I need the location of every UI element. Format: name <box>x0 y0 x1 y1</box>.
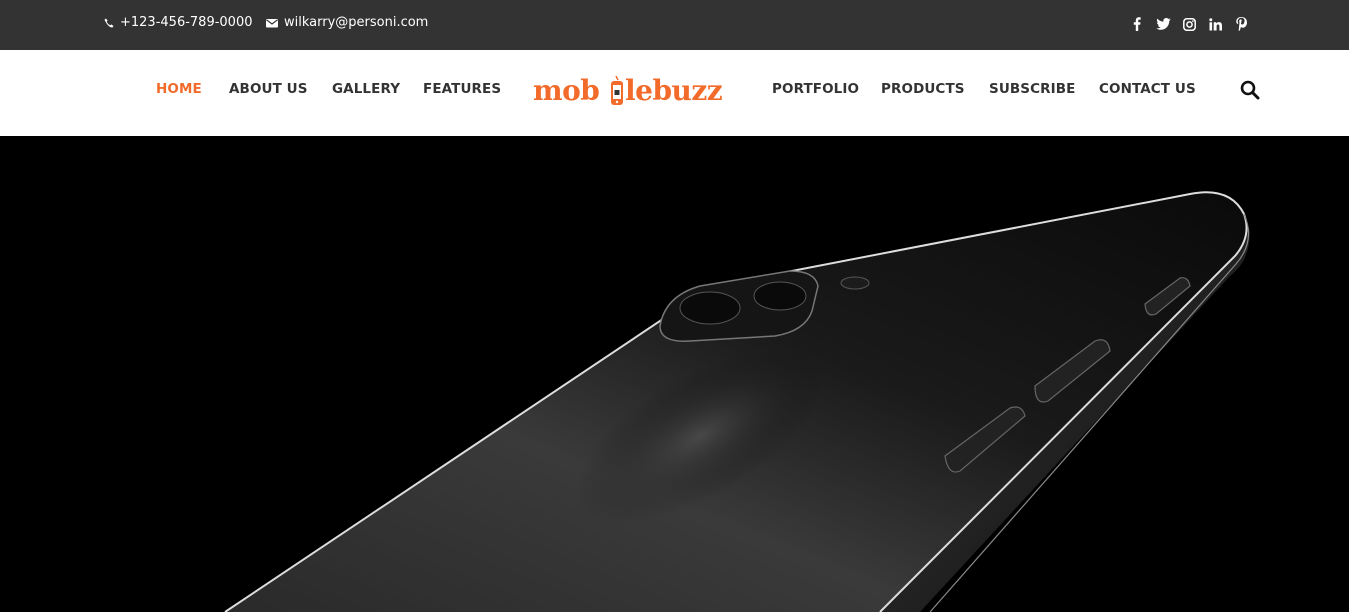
logo-text-left: mob <box>533 74 600 107</box>
phone-number: +123-456-789-0000 <box>120 15 253 30</box>
contact-email[interactable]: wilkarry@personi.com <box>266 15 428 30</box>
facebook-icon[interactable] <box>1124 14 1150 34</box>
nav-item-contact-us[interactable]: CONTACT US <box>1099 81 1196 97</box>
nav-item-portfolio[interactable]: PORTFOLIO <box>772 81 859 97</box>
logo-text-right: lebuzz <box>625 74 723 107</box>
site-logo[interactable]: mob lebuzz <box>533 72 733 112</box>
linkedin-icon[interactable] <box>1202 14 1228 34</box>
search-button[interactable] <box>1240 80 1262 102</box>
main-navbar: HOME ABOUT US GALLERY FEATURES mob lebuz… <box>0 50 1349 136</box>
top-bar: +123-456-789-0000 wilkarry@personi.com <box>0 0 1349 50</box>
nav-item-gallery[interactable]: GALLERY <box>332 81 400 97</box>
phone-product-image <box>224 191 1250 612</box>
pinterest-icon[interactable] <box>1228 14 1254 34</box>
instagram-icon[interactable] <box>1176 14 1202 34</box>
nav-item-features[interactable]: FEATURES <box>423 81 501 97</box>
search-icon <box>1240 80 1260 100</box>
nav-item-subscribe[interactable]: SUBSCRIBE <box>989 81 1075 97</box>
hero-banner <box>0 136 1349 612</box>
email-address: wilkarry@personi.com <box>284 15 429 30</box>
envelope-icon <box>266 18 278 27</box>
nav-item-home[interactable]: HOME <box>156 81 202 97</box>
phone-icon <box>104 18 114 27</box>
contact-phone[interactable]: +123-456-789-0000 <box>104 15 253 30</box>
social-links <box>1124 14 1254 34</box>
phone-logo-icon <box>611 76 623 105</box>
nav-item-products[interactable]: PRODUCTS <box>881 81 965 97</box>
nav-item-about-us[interactable]: ABOUT US <box>229 81 308 97</box>
twitter-icon[interactable] <box>1150 14 1176 34</box>
